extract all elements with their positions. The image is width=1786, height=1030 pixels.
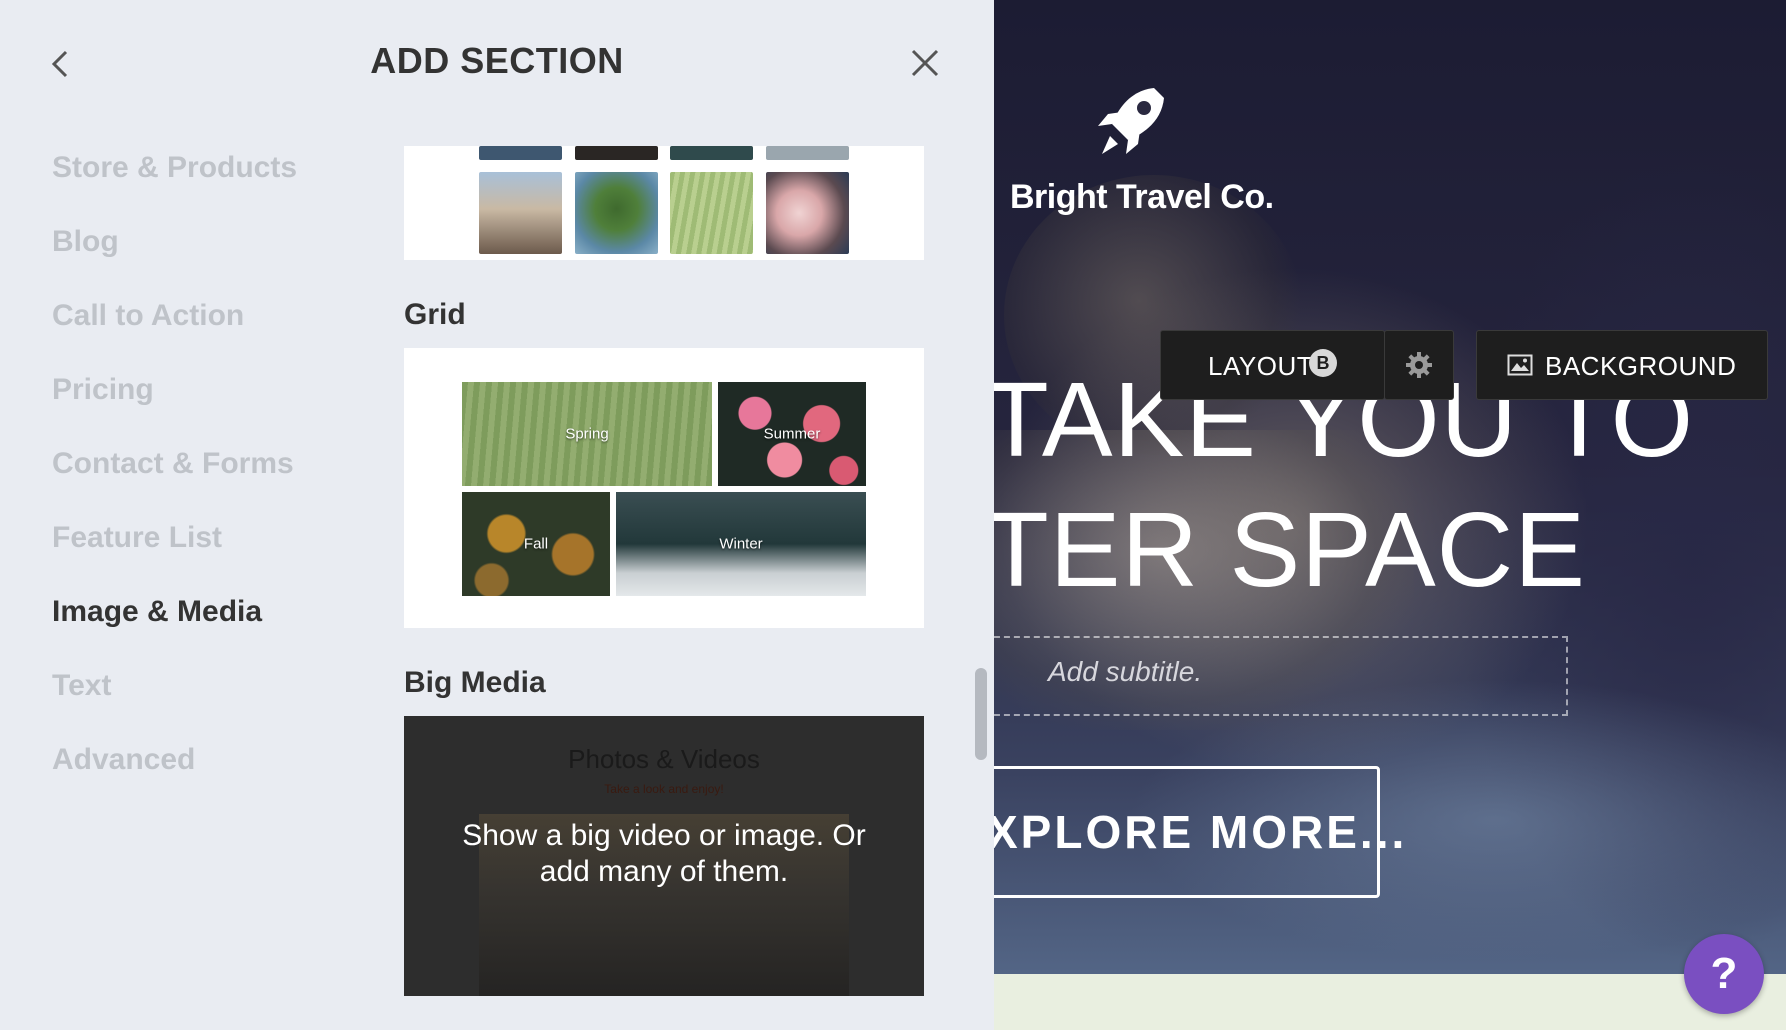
layout-label: LAYOUT: [1208, 351, 1314, 381]
gallery-thumb-wheat: [670, 172, 753, 254]
section-label-grid: Grid: [404, 298, 466, 331]
grid-tile-summer: Summer: [718, 382, 866, 486]
category-store-products[interactable]: Store & Products: [52, 146, 297, 220]
help-button[interactable]: ?: [1684, 934, 1764, 1014]
site-brand[interactable]: Bright Travel Co.: [1010, 178, 1274, 217]
subtitle-placeholder: Add subtitle.: [1048, 656, 1203, 687]
grid-tile-label: Summer: [763, 425, 821, 443]
background-button[interactable]: BACKGROUND: [1476, 330, 1768, 400]
close-icon[interactable]: [908, 46, 942, 80]
panel-title: ADD SECTION: [370, 40, 624, 81]
gallery-thumb: [575, 146, 658, 160]
category-list: Store & Products Blog Call to Action Pri…: [52, 146, 297, 812]
gallery-thumb: [766, 146, 849, 160]
category-advanced[interactable]: Advanced: [52, 738, 297, 812]
category-contact-forms[interactable]: Contact & Forms: [52, 442, 297, 516]
gear-icon: [1405, 351, 1433, 384]
category-text[interactable]: Text: [52, 664, 297, 738]
settings-button[interactable]: [1384, 330, 1454, 400]
layout-button[interactable]: LAYOUT B: [1160, 330, 1385, 400]
next-section-strip: [994, 974, 1786, 1030]
gallery-thumb: [670, 146, 753, 160]
category-image-media[interactable]: Image & Media: [52, 590, 297, 664]
gallery-thumb-tree: [575, 172, 658, 254]
grid-section-preview[interactable]: Spring Summer Fall Winter: [404, 348, 924, 628]
grid-tile-label: Fall: [523, 535, 549, 553]
add-section-panel: ADD SECTION Store & Products Blog Call t…: [0, 0, 994, 1030]
rocket-icon: [1090, 84, 1170, 164]
explore-more-label: XPLORE MORE...: [994, 806, 1408, 858]
big-media-preview-title: Photos & Videos: [568, 744, 760, 774]
panel-scrollbar[interactable]: [975, 668, 987, 760]
gallery-thumb: [479, 146, 562, 160]
big-media-preview-tagline: Take a look and enjoy!: [604, 782, 724, 796]
category-call-to-action[interactable]: Call to Action: [52, 294, 297, 368]
subtitle-field[interactable]: Add subtitle.: [994, 636, 1568, 716]
section-label-big-media: Big Media: [404, 666, 546, 699]
explore-more-button[interactable]: XPLORE MORE...: [994, 766, 1404, 898]
site-preview: Bright Travel Co. TAKE YOU TO TER SPACE …: [994, 0, 1786, 1030]
grid-tile-winter: Winter: [616, 492, 866, 596]
big-media-section-preview[interactable]: Photos & Videos Take a look and enjoy! S…: [404, 716, 924, 996]
hero-title-line-2[interactable]: TER SPACE: [994, 490, 1586, 611]
category-feature-list[interactable]: Feature List: [52, 516, 297, 590]
grid-tile-label: Winter: [719, 535, 763, 553]
layout-badge: B: [1309, 349, 1337, 377]
grid-tile-fall: Fall: [462, 492, 610, 596]
grid-tile-label: Spring: [565, 425, 609, 443]
gallery-thumb-street: [479, 172, 562, 254]
gallery-thumb-blossom: [766, 172, 849, 254]
background-label: BACKGROUND: [1545, 351, 1737, 381]
big-media-description: Show a big video or image. Or add many o…: [462, 819, 866, 888]
image-icon: [1507, 353, 1533, 382]
gallery-section-preview[interactable]: [404, 146, 924, 260]
category-pricing[interactable]: Pricing: [52, 368, 297, 442]
category-blog[interactable]: Blog: [52, 220, 297, 294]
grid-tile-spring: Spring: [462, 382, 712, 486]
